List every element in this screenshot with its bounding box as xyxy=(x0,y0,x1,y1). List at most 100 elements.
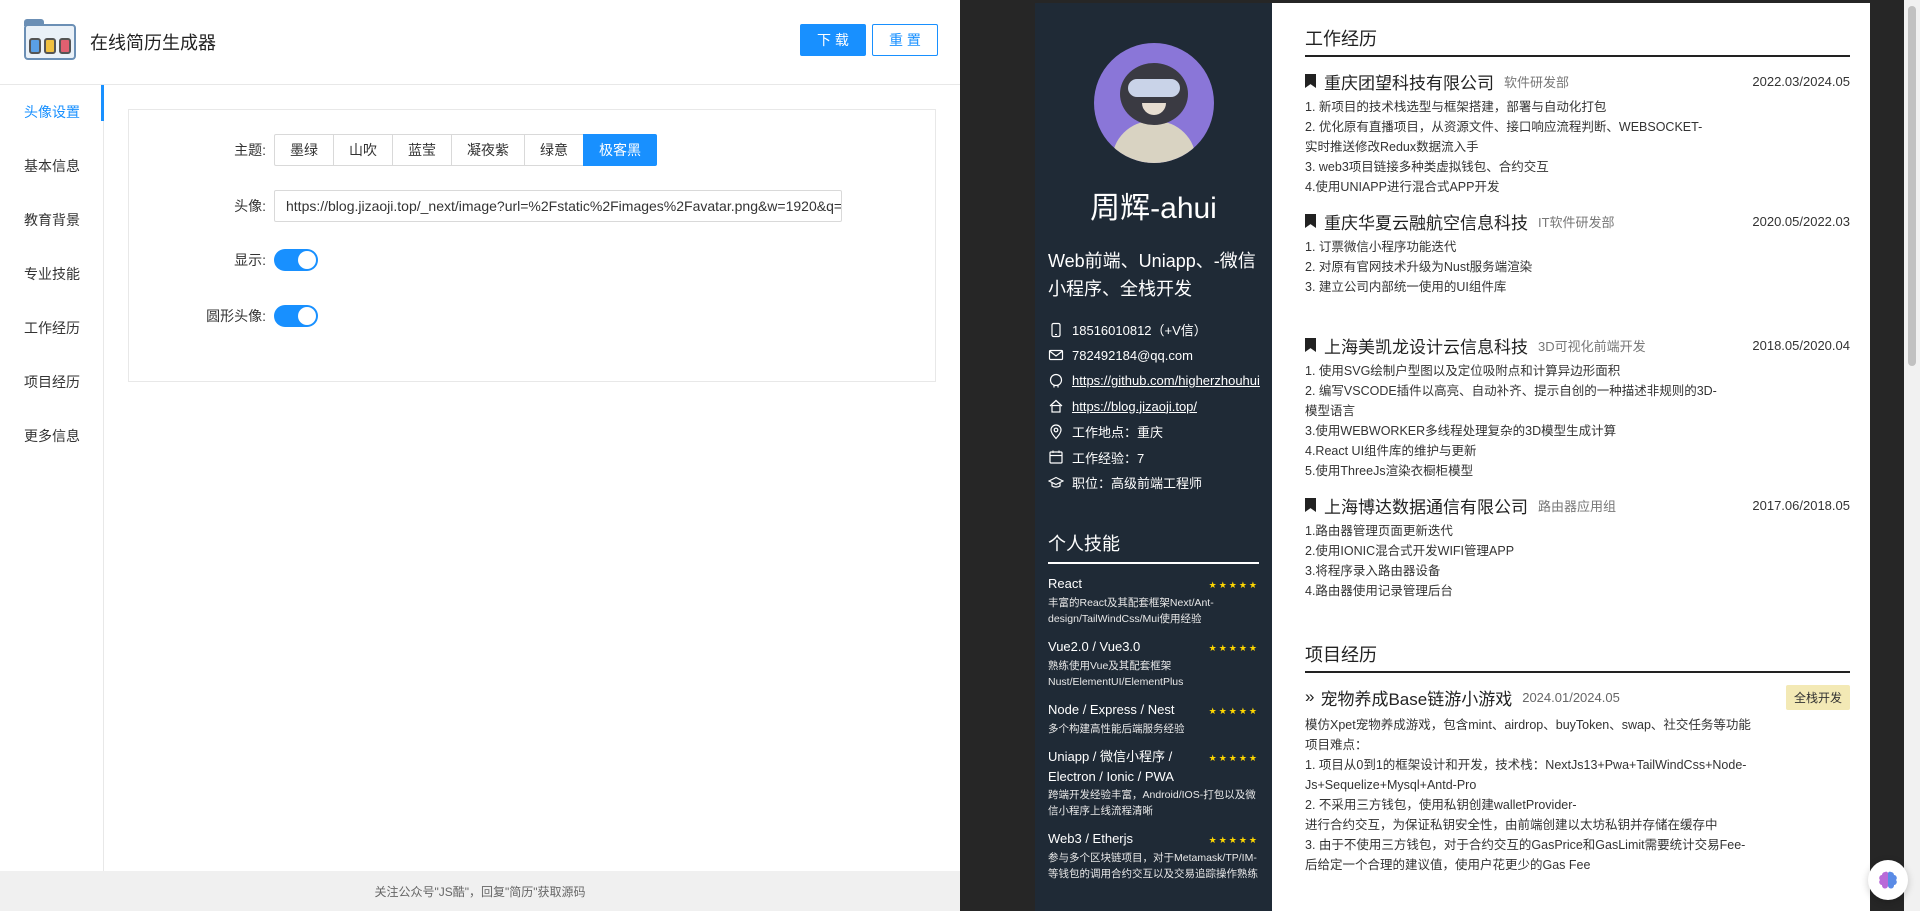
show-label: 显示: xyxy=(234,252,266,268)
skills-list: React ★★★★★ 丰富的React及其配套框架Next/Ant-design… xyxy=(1048,574,1259,882)
app-logo-icon xyxy=(24,19,76,60)
sidebar-nav: 头像设置 基本信息 教育背景 专业技能 工作经历 项目经历 更多信息 xyxy=(0,85,104,871)
info-blog: https://blog.jizaoji.top/ xyxy=(1048,394,1259,420)
theme-option[interactable]: 绿意 xyxy=(524,134,584,166)
round-row: 圆形头像: xyxy=(129,305,318,327)
info-phone: 18516010812（+V信） xyxy=(1048,317,1259,343)
resume-tagline: Web前端、Uniapp、-微信小程序、全栈开发 xyxy=(1048,251,1256,299)
skill-item: Vue2.0 / Vue3.0 ★★★★★ 熟练使用Vue及其配套框架Nust/E… xyxy=(1048,637,1259,690)
round-avatar-toggle[interactable] xyxy=(274,305,318,327)
job-company: 重庆团望科技有限公司 xyxy=(1324,73,1494,93)
scrollbar-thumb[interactable] xyxy=(1908,6,1916,366)
job-line: 1. 新项目的技术栈选型与框架搭建，部署与自动化打包 xyxy=(1305,100,1607,114)
job-line: 1. 使用SVG绘制户型图以及定位吸附点和计算异边形面积 xyxy=(1305,364,1621,378)
job-dept: 软件研发部 xyxy=(1504,74,1570,90)
preview-scrollbar[interactable] xyxy=(1904,0,1920,911)
skill-name: Uniapp / 微信小程序 / Electron / Ionic / PWA xyxy=(1048,748,1174,784)
job-line: 1.路由器管理页面更新迭代 xyxy=(1305,524,1453,538)
skill-desc: 多个构建高性能后端服务经验 xyxy=(1048,722,1185,735)
top-bar: 在线简历生成器 下 载 重 置 xyxy=(0,0,960,85)
calendar-icon xyxy=(1049,450,1063,464)
avatar-settings-panel: 主题: 墨绿 山吹 蓝莹 凝夜紫 绿意 极客黑 头像: https://blog… xyxy=(128,109,936,382)
info-position: 职位：高级前端工程师 xyxy=(1048,470,1259,496)
skill-item: Uniapp / 微信小程序 / Electron / Ionic / PWA ★… xyxy=(1048,747,1259,819)
job-line: 2.使用IONIC混合式开发WIFI管理APP xyxy=(1305,544,1515,558)
project-line: 进行合约交互，为保证私钥安全性，由前端创建以太坊私钥并存储在缓存中 xyxy=(1305,818,1718,832)
skill-name: Web3 / Etherjs xyxy=(1048,830,1134,846)
location-icon xyxy=(1050,424,1062,440)
theme-label: 主题: xyxy=(234,142,266,158)
skill-stars: ★★★★★ xyxy=(1208,705,1259,716)
app-title: 在线简历生成器 xyxy=(90,33,216,53)
resume-preview[interactable]: 周辉-ahui Web前端、Uniapp、-微信小程序、全栈开发 1851601… xyxy=(960,0,1920,911)
bookmark-icon xyxy=(1305,338,1316,352)
project-line: 模仿Xpet宠物养成游戏，包含mint、airdrop、buyToken、swa… xyxy=(1305,718,1751,732)
avatar xyxy=(1093,43,1214,163)
blog-link[interactable]: https://blog.jizaoji.top/ xyxy=(1072,399,1197,414)
project-line: Js+Sequelize+Mysql+Antd-Pro xyxy=(1305,778,1477,792)
theme-option[interactable]: 蓝莹 xyxy=(392,134,452,166)
resume-name: 周辉-ahui xyxy=(1090,192,1217,225)
brain-icon[interactable] xyxy=(1868,860,1908,900)
github-link[interactable]: https://github.com/higherzhouhui xyxy=(1072,373,1260,388)
info-location: 工作地点：重庆 xyxy=(1048,419,1259,445)
skill-desc: 熟练使用Vue及其配套框架Nust/ElementUI/ElementPlus xyxy=(1048,659,1184,688)
theme-option[interactable]: 山吹 xyxy=(333,134,393,166)
skill-name: Vue2.0 / Vue3.0 xyxy=(1048,638,1141,654)
skill-desc: 跨端开发经验丰富，Android/IOS-打包以及微信小程序上线流程清晰 xyxy=(1048,788,1256,817)
job-line: 4.React UI组件库的维护与更新 xyxy=(1305,444,1477,458)
skill-stars: ★★★★★ xyxy=(1208,642,1259,653)
job-dept: 路由器应用组 xyxy=(1538,498,1617,514)
sidebar-item-basic-info[interactable]: 基本信息 xyxy=(0,139,103,193)
project-section-title: 项目经历 xyxy=(1305,641,1850,673)
job-dept: 3D可视化前端开发 xyxy=(1538,338,1646,354)
job-line: 2. 对原有官网技术升级为Nust服务端渲染 xyxy=(1305,260,1533,274)
job-line: 3.使用WEBWORKER多线程处理复杂的3D模型生成计算 xyxy=(1305,424,1617,438)
job-line: 2. 优化原有直播项目，从资源文件、接口响应流程判断、WEBSOCKET- xyxy=(1305,120,1703,134)
skill-stars: ★★★★★ xyxy=(1208,752,1259,763)
avatar-url-input[interactable]: https://blog.jizaoji.top/_next/image?url… xyxy=(274,190,842,222)
job-line: 3. web3项目链接多种类虚拟钱包、合约交互 xyxy=(1305,160,1549,174)
bookmark-icon xyxy=(1305,74,1316,88)
job-line: 5.使用ThreeJs渲染衣橱柜模型 xyxy=(1305,464,1474,478)
skill-name: React xyxy=(1048,575,1082,591)
info-experience: 工作经验：7 xyxy=(1048,445,1259,471)
skill-item: React ★★★★★ 丰富的React及其配套框架Next/Ant-design… xyxy=(1048,574,1259,627)
job-line: 3. 建立公司内部统一使用的UI组件库 xyxy=(1305,280,1507,294)
reset-button[interactable]: 重 置 xyxy=(872,24,938,56)
avatar-row: 头像: https://blog.jizaoji.top/_next/image… xyxy=(129,190,842,222)
sidebar-item-avatar-settings[interactable]: 头像设置 xyxy=(0,85,104,139)
show-row: 显示: xyxy=(129,249,318,271)
job-entry: 上海博达数据通信有限公司 路由器应用组 2017.06/2018.05 1.路由… xyxy=(1305,493,1850,601)
job-company: 上海美凯龙设计云信息科技 xyxy=(1324,337,1528,357)
project-line: 项目难点： xyxy=(1305,738,1368,752)
project-line: 2. 不采用三方钱包，使用私钥创建walletProvider- xyxy=(1305,798,1577,812)
job-date: 2020.05/2022.03 xyxy=(1752,213,1850,229)
sidebar-item-more[interactable]: 更多信息 xyxy=(0,409,103,463)
double-chevron-right-icon: » xyxy=(1305,687,1315,706)
project-role-tag: 全栈开发 xyxy=(1785,684,1850,710)
show-avatar-toggle[interactable] xyxy=(274,249,318,271)
job-entry: 上海美凯龙设计云信息科技 3D可视化前端开发 2018.05/2020.04 1… xyxy=(1305,333,1850,481)
project-name: 宠物养成Base链游小游戏 xyxy=(1320,689,1513,709)
job-dept: IT软件研发部 xyxy=(1538,214,1615,230)
theme-option[interactable]: 墨绿 xyxy=(274,134,334,166)
sidebar-item-work[interactable]: 工作经历 xyxy=(0,301,103,355)
contact-info: 18516010812（+V信） 782492184@qq.com https:… xyxy=(1048,317,1260,496)
skill-name: Node / Express / Nest xyxy=(1048,701,1175,717)
project-entry: » 宠物养成Base链游小游戏 2024.01/2024.05 全栈开发 模仿X… xyxy=(1305,683,1850,875)
skill-desc: 丰富的React及其配套框架Next/Ant-design/TailWindCs… xyxy=(1048,596,1214,625)
sidebar-item-education[interactable]: 教育背景 xyxy=(0,193,103,247)
project-line: 1. 项目从0到1的框架设计和开发，技术栈：NextJs13+Pwa+TailW… xyxy=(1305,758,1747,772)
job-line: 1. 订票微信小程序功能迭代 xyxy=(1305,240,1457,254)
job-date: 2017.06/2018.05 xyxy=(1752,497,1850,513)
theme-option[interactable]: 凝夜紫 xyxy=(451,134,525,166)
skill-item: Web3 / Etherjs ★★★★★ 参与多个区块链项目，对于Metamask… xyxy=(1048,829,1259,882)
footer: 关注公众号"JS酷"，回复"简历"获取源码 xyxy=(0,871,960,911)
download-button[interactable]: 下 载 xyxy=(800,24,866,56)
editor-pane: 在线简历生成器 下 载 重 置 头像设置 基本信息 教育背景 专业技能 工作经历… xyxy=(0,0,960,911)
sidebar-item-projects[interactable]: 项目经历 xyxy=(0,355,103,409)
theme-option-selected[interactable]: 极客黑 xyxy=(583,134,657,166)
sidebar-item-skills[interactable]: 专业技能 xyxy=(0,247,103,301)
job-entry: 重庆华夏云融航空信息科技 IT软件研发部 2020.05/2022.03 1. … xyxy=(1305,209,1850,297)
